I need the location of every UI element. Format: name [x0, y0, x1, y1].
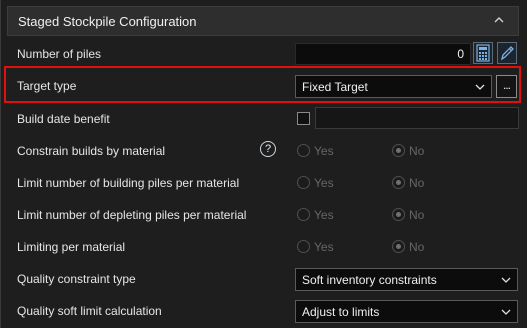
build-date-benefit-checkbox[interactable] [297, 112, 310, 125]
row-build-date-benefit: Build date benefit [7, 103, 519, 135]
row-constrain-builds: Constrain builds by material ? Yes No [7, 135, 519, 167]
row-quality-soft-limit: Quality soft limit calculation Adjust to… [7, 295, 519, 327]
row-number-of-piles: Number of piles 0 [7, 38, 519, 70]
radio-yes-label: Yes [314, 208, 334, 222]
radio-row-label: Limiting per material [17, 240, 126, 254]
edit-button[interactable] [497, 42, 517, 64]
section-title: Staged Stockpile Configuration [18, 14, 197, 29]
row-limit-building-piles: Limit number of building piles per mater… [7, 167, 519, 199]
row-quality-constraint-type: Quality constraint type Soft inventory c… [7, 263, 519, 295]
section-header[interactable]: Staged Stockpile Configuration [7, 6, 519, 36]
quality-constraint-type-label: Quality constraint type [17, 272, 136, 286]
chevron-down-icon [501, 309, 511, 315]
number-of-piles-label: Number of piles [17, 47, 102, 61]
target-type-select[interactable]: Fixed Target [295, 75, 492, 98]
quality-soft-limit-value: Adjust to limits [302, 305, 380, 319]
radio-yes[interactable] [297, 240, 310, 253]
chevron-up-icon[interactable] [492, 13, 506, 27]
row-limiting-per-material: Limiting per material Yes No [7, 231, 519, 263]
quality-soft-limit-select[interactable]: Adjust to limits [295, 300, 518, 323]
radio-no[interactable] [392, 240, 405, 253]
radio-no-label: No [409, 208, 425, 222]
help-icon[interactable]: ? [260, 141, 276, 157]
radio-yes-label: Yes [314, 176, 334, 190]
quality-constraint-type-select[interactable]: Soft inventory constraints [295, 268, 518, 291]
pencil-icon [500, 46, 514, 61]
radio-yes-label: Yes [314, 240, 334, 254]
radio-no[interactable] [392, 144, 405, 157]
calculator-button[interactable] [473, 42, 493, 64]
row-limit-depleting-piles: Limit number of depleting piles per mate… [7, 199, 519, 231]
radio-no[interactable] [392, 176, 405, 189]
radio-row-label: Limit number of depleting piles per mate… [17, 208, 247, 222]
radio-yes[interactable] [297, 208, 310, 221]
radio-row-label: Constrain builds by material [17, 144, 166, 158]
radio-row-label: Limit number of building piles per mater… [17, 176, 240, 190]
build-date-benefit-input[interactable] [315, 107, 519, 129]
quality-constraint-type-value: Soft inventory constraints [302, 273, 437, 287]
radio-yes[interactable] [297, 176, 310, 189]
row-target-type: Target type Fixed Target ... [7, 70, 519, 102]
chevron-down-icon [501, 277, 511, 283]
radio-no[interactable] [392, 208, 405, 221]
config-panel: Staged Stockpile Configuration Number of… [0, 0, 527, 328]
number-of-piles-input[interactable]: 0 [295, 43, 471, 65]
target-type-value: Fixed Target [302, 80, 368, 94]
radio-no-label: No [409, 240, 425, 254]
chevron-down-icon [475, 84, 485, 90]
radio-yes[interactable] [297, 144, 310, 157]
calculator-icon [476, 44, 490, 62]
quality-soft-limit-label: Quality soft limit calculation [17, 304, 162, 318]
radio-yes-label: Yes [314, 144, 334, 158]
radio-no-label: No [409, 176, 425, 190]
radio-no-label: No [409, 144, 425, 158]
build-date-benefit-label: Build date benefit [17, 112, 110, 126]
target-type-label: Target type [17, 79, 77, 93]
target-type-more-button[interactable]: ... [496, 75, 517, 98]
